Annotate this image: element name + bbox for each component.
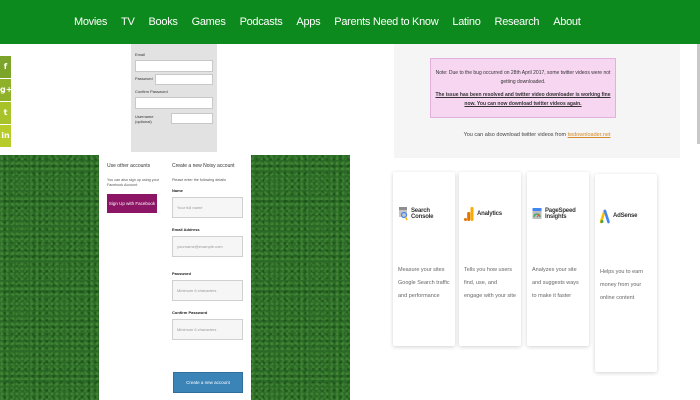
linkedin-icon[interactable]: in	[0, 125, 11, 147]
username-label: Username (optional)	[135, 113, 154, 124]
nav-item-parents-need-to-know[interactable]: Parents Need to Know	[334, 16, 438, 28]
other-accounts-column: Use other accounts You can also sign up …	[107, 163, 165, 213]
card-description: Measure your sites Google Search traffic…	[398, 267, 450, 299]
nav-item-apps[interactable]: Apps	[296, 16, 320, 28]
new-account-heading: Create a new Noisy account	[172, 163, 235, 169]
card-title: PageSpeed Insights	[545, 208, 576, 220]
confirm-password-label-main: Confirm Password	[172, 310, 208, 315]
signup-facebook-button[interactable]: Sign Up with Facebook	[107, 194, 157, 213]
other-accounts-heading: Use other accounts	[107, 163, 151, 169]
username-field[interactable]	[171, 113, 213, 124]
new-account-column: Create a new Noisy account Please enter …	[172, 163, 245, 340]
card-description: Analyzes your site and suggests ways to …	[532, 267, 579, 299]
confirm-password-field[interactable]	[135, 97, 213, 109]
nav-item-tv[interactable]: TV	[121, 16, 135, 28]
card-title: AdSense	[613, 213, 638, 219]
confirm-password-label: Confirm Password	[135, 89, 168, 94]
card-description: Tells you how users find, use, and engag…	[464, 267, 516, 299]
card-description: Helps you to earn money from your online…	[600, 269, 644, 301]
nav-item-about[interactable]: About	[553, 16, 581, 28]
search-console-icon	[399, 207, 408, 221]
email-label: Email	[135, 52, 146, 57]
confirm-password-input[interactable]: Minimum 6 characters	[172, 319, 243, 340]
notice-line-2: The issue has been resolved and twitter …	[435, 92, 611, 107]
card-search-console[interactable]: Search Console Measure your sites Google…	[393, 172, 455, 346]
other-accounts-text: You can also sign up using your Facebook…	[107, 178, 159, 187]
notice-line-1: Note: Due to the bug occurred on 28th Ap…	[435, 70, 611, 85]
card-title: Analytics	[477, 211, 502, 217]
signup-form-top: Email Password Confirm Password Username…	[131, 44, 217, 152]
email-address-input[interactable]: yourname@example.com	[172, 236, 243, 257]
card-pagespeed-insights[interactable]: PageSpeed Insights Analyzes your site an…	[527, 172, 589, 346]
notice-box: Note: Due to the bug occurred on 28th Ap…	[430, 58, 616, 118]
nav-item-movies[interactable]: Movies	[74, 16, 107, 28]
create-account-button[interactable]: Create a new account	[173, 372, 243, 393]
analytics-icon	[464, 207, 474, 221]
facebook-icon[interactable]: f	[0, 56, 11, 78]
new-account-text: Please enter the following details	[172, 178, 226, 182]
adsense-icon	[600, 209, 610, 224]
nav-item-books[interactable]: Books	[149, 16, 178, 28]
account-panel: Use other accounts You can also sign up …	[99, 155, 251, 400]
nav-item-latino[interactable]: Latino	[452, 16, 480, 28]
password-label: Password	[135, 76, 153, 81]
email-address-label: Email Address	[172, 227, 200, 232]
also-download-label: You can also download twitter videos fro…	[463, 132, 568, 138]
password-field[interactable]	[155, 74, 213, 85]
name-input[interactable]: Your full name	[172, 197, 243, 218]
card-title: Search Console	[411, 208, 434, 220]
password-input[interactable]: Minimum 6 characters	[172, 280, 243, 301]
email-field[interactable]	[135, 60, 213, 72]
nav-item-research[interactable]: Research	[495, 16, 540, 28]
google-plus-icon[interactable]: g+	[0, 79, 12, 101]
card-analytics[interactable]: Analytics Tells you how users find, use,…	[459, 172, 521, 346]
card-adsense[interactable]: AdSense Helps you to earn money from you…	[595, 174, 657, 372]
pagespeed-icon	[532, 208, 542, 219]
also-download-text: You can also download twitter videos fro…	[394, 132, 680, 138]
nav-item-podcasts[interactable]: Podcasts	[240, 16, 283, 28]
twdownloader-link[interactable]: twdownloader.net	[568, 132, 611, 138]
nav-item-games[interactable]: Games	[192, 16, 226, 28]
twitter-icon[interactable]: t	[0, 102, 11, 124]
top-navigation: Movies TV Books Games Podcasts Apps Pare…	[0, 0, 700, 44]
notice-section: Note: Due to the bug occurred on 28th Ap…	[394, 44, 680, 158]
social-share-bar: f g+ t in	[0, 56, 12, 148]
name-label: Name	[172, 188, 183, 193]
password-label-main: Password	[172, 271, 191, 276]
